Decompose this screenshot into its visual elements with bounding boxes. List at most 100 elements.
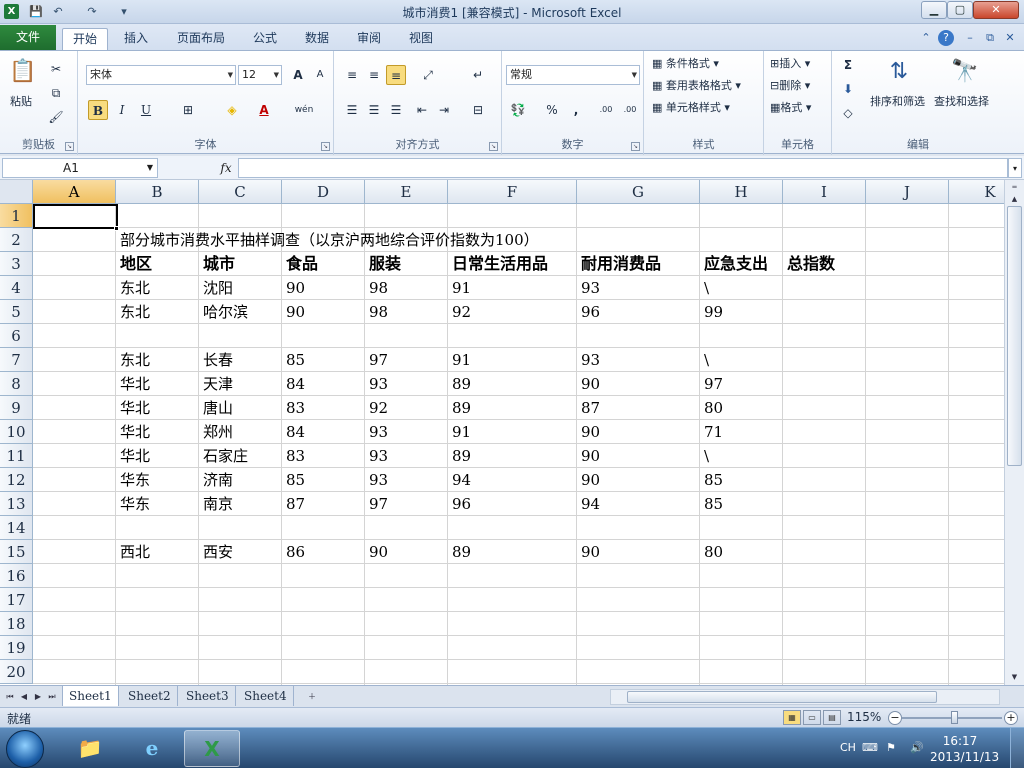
data-cell[interactable]: 85	[282, 348, 305, 372]
data-cell[interactable]: 华北	[116, 444, 150, 468]
row-header-1[interactable]: 1	[0, 204, 33, 228]
format-cells-button[interactable]: ▦格式 ▾	[770, 99, 811, 117]
header-cell[interactable]: 总指数	[783, 252, 835, 276]
data-cell[interactable]: 93	[365, 420, 388, 444]
tab-formulas[interactable]: 公式	[244, 28, 286, 50]
column-header-b[interactable]: B	[116, 180, 199, 204]
tab-data[interactable]: 数据	[296, 28, 338, 50]
data-cell[interactable]: 90	[282, 300, 305, 324]
data-cell[interactable]: 东北	[116, 348, 150, 372]
scroll-up-icon[interactable]: ▲	[1007, 192, 1022, 206]
insert-function-button[interactable]: fx	[216, 158, 236, 178]
font-name-dropdown[interactable]: 宋体 ▼	[86, 65, 236, 85]
shrink-font-icon[interactable]: A	[310, 65, 330, 85]
row-header-15[interactable]: 15	[0, 540, 33, 564]
alignment-launcher-icon[interactable]: ↘	[489, 142, 498, 151]
data-cell[interactable]: 华东	[116, 468, 150, 492]
data-cell[interactable]: 唐山	[199, 396, 233, 420]
data-cell[interactable]: 83	[282, 444, 305, 468]
data-cell[interactable]: 90	[577, 444, 600, 468]
data-cell[interactable]: 80	[700, 540, 723, 564]
worksheet-grid[interactable]: ABCDEFGHIJK 1 2 3 4 5 6 7 8 9 10 11 12 13 14 15 16 17 18 1…	[0, 180, 1004, 685]
data-cell[interactable]: 98	[365, 276, 388, 300]
paste-icon[interactable]: 📋	[6, 55, 40, 89]
first-sheet-icon[interactable]: ⏮	[4, 690, 16, 704]
column-header-d[interactable]: D	[282, 180, 365, 204]
zoom-in-icon[interactable]: +	[1004, 711, 1018, 725]
data-cell[interactable]: 石家庄	[199, 444, 248, 468]
data-cell[interactable]: 92	[448, 300, 471, 324]
prev-sheet-icon[interactable]: ◀	[18, 690, 30, 704]
page-layout-view-icon[interactable]: ▭	[803, 710, 821, 725]
tab-view[interactable]: 视图	[400, 28, 442, 50]
data-cell[interactable]: 东北	[116, 276, 150, 300]
format-painter-icon[interactable]: 🖌	[46, 107, 66, 127]
phonetic-icon[interactable]: wén	[294, 100, 314, 120]
data-cell[interactable]: 80	[700, 396, 723, 420]
clear-icon[interactable]: ◇	[838, 103, 858, 123]
data-cell[interactable]: 90	[577, 372, 600, 396]
horizontal-scroll-thumb[interactable]	[627, 691, 937, 703]
data-cell[interactable]: 长春	[199, 348, 233, 372]
data-cell[interactable]: 济南	[199, 468, 233, 492]
row-header-7[interactable]: 7	[0, 348, 33, 372]
data-cell[interactable]: 90	[577, 540, 600, 564]
column-header-c[interactable]: C	[199, 180, 282, 204]
column-header-g[interactable]: G	[577, 180, 700, 204]
explorer-icon[interactable]: 📁	[62, 730, 118, 767]
row-header-13[interactable]: 13	[0, 492, 33, 516]
tab-review[interactable]: 审阅	[348, 28, 390, 50]
row-header-17[interactable]: 17	[0, 588, 33, 612]
zoom-level[interactable]: 115%	[847, 710, 881, 724]
data-cell[interactable]: 85	[700, 492, 723, 516]
show-desktop-button[interactable]	[1010, 728, 1024, 768]
fill-icon[interactable]: ⬇	[838, 79, 858, 99]
data-cell[interactable]: 94	[448, 468, 471, 492]
data-cell[interactable]: 92	[365, 396, 388, 420]
start-button[interactable]	[6, 730, 44, 768]
data-cell[interactable]: 89	[448, 372, 471, 396]
ribbon-collapse-icon[interactable]: ⌃	[918, 30, 934, 46]
row-header-4[interactable]: 4	[0, 276, 33, 300]
doc-minimize-icon[interactable]: –	[962, 30, 978, 46]
clipboard-launcher-icon[interactable]: ↘	[65, 142, 74, 151]
data-cell[interactable]: 85	[282, 468, 305, 492]
excel-taskbar-icon[interactable]: X	[184, 730, 240, 767]
data-cell[interactable]: 93	[365, 444, 388, 468]
row-header-19[interactable]: 19	[0, 636, 33, 660]
copy-icon[interactable]: ⧉	[46, 83, 66, 103]
cut-icon[interactable]: ✂	[46, 59, 66, 79]
insert-sheet-icon[interactable]: ＋	[306, 690, 318, 704]
data-cell[interactable]: 83	[282, 396, 305, 420]
data-cell[interactable]: 99	[700, 300, 723, 324]
keyboard-icon[interactable]: ⌨	[862, 741, 878, 755]
fill-handle[interactable]	[114, 226, 119, 231]
page-break-view-icon[interactable]: ▤	[823, 710, 841, 725]
title-cell[interactable]: 部分城市消费水平抽样调查（以京沪两地综合评价指数为100）	[116, 228, 539, 252]
sheet-tab-sheet3[interactable]: Sheet3	[180, 686, 236, 706]
minimize-button[interactable]: ▁	[921, 1, 947, 19]
cell-styles-button[interactable]: ▦ 单元格样式 ▾	[652, 99, 730, 117]
borders-icon[interactable]: ⊞	[178, 100, 198, 120]
scroll-down-icon[interactable]: ▼	[1007, 670, 1022, 684]
row-header-16[interactable]: 16	[0, 564, 33, 588]
help-icon[interactable]: ?	[938, 30, 954, 46]
header-cell[interactable]: 城市	[199, 252, 235, 276]
data-cell[interactable]: 华北	[116, 420, 150, 444]
tab-insert[interactable]: 插入	[114, 28, 158, 50]
header-cell[interactable]: 地区	[116, 252, 152, 276]
data-cell[interactable]: 89	[448, 444, 471, 468]
data-cell[interactable]: 84	[282, 420, 305, 444]
merge-center-icon[interactable]: ⊟	[468, 100, 488, 120]
data-cell[interactable]: 90	[577, 468, 600, 492]
data-cell[interactable]: 华北	[116, 372, 150, 396]
comma-style-button[interactable]: ,	[566, 100, 586, 120]
data-cell[interactable]: 93	[577, 348, 600, 372]
align-middle-icon[interactable]: ≡	[364, 65, 384, 85]
close-button[interactable]: ✕	[973, 1, 1019, 19]
insert-cells-button[interactable]: ⊞插入 ▾	[770, 55, 810, 73]
align-left-icon[interactable]: ☰	[342, 100, 362, 120]
data-cell[interactable]: 91	[448, 348, 471, 372]
header-cell[interactable]: 食品	[282, 252, 318, 276]
internet-explorer-icon[interactable]: e	[124, 730, 180, 767]
